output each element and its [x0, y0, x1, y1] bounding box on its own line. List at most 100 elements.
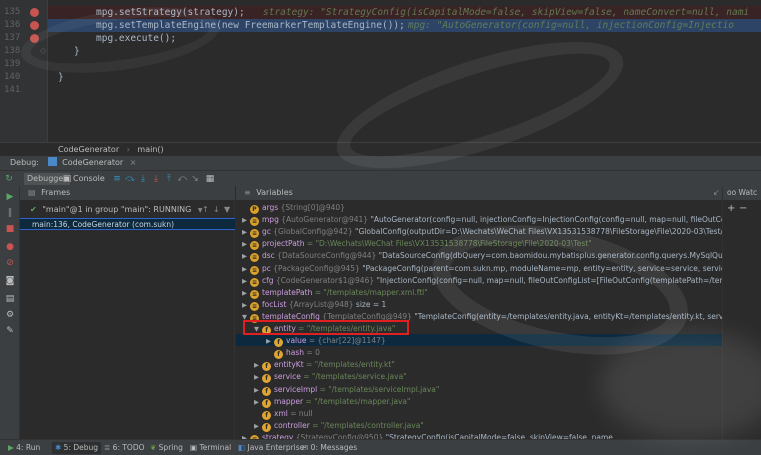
code-editor[interactable]: 135 136 137 138 ◇ 139 140 141 mpg.setStrategy(s…	[0, 0, 761, 142]
code-line[interactable]	[48, 58, 761, 71]
todo-icon: ≣	[104, 443, 113, 452]
variable-row[interactable]: ▶ ≡ focList {ArrayList@948} size = 1	[242, 299, 386, 311]
filter-icon[interactable]: ▼	[224, 203, 230, 217]
arrow-down-icon[interactable]: ↓	[213, 203, 220, 217]
force-step-into-icon[interactable]: ⤓	[151, 174, 161, 184]
thread-label: "main"@1 in group "main": RUNNING	[42, 205, 192, 214]
variable-row[interactable]: ▶ ≡ cfg {CodeGenerator$1@946} "InjectionCo…	[242, 275, 722, 287]
variable-row[interactable]: f hash = 0	[266, 347, 320, 360]
arrow-up-icon[interactable]: ↑	[202, 203, 209, 217]
step-out-icon[interactable]: ⤒	[164, 174, 174, 184]
evaluate-expression-icon[interactable]: ▦	[205, 174, 215, 184]
variable-row[interactable]: ▶ ≡ projectPath = "D:\Wechats\WeChat Files…	[242, 238, 592, 251]
variable-icon: ≡	[250, 289, 259, 299]
run-tab[interactable]: ▶ 4: Run	[8, 442, 40, 454]
debug-tab[interactable]: ✱ 5: Debug	[52, 442, 102, 454]
camera-icon[interactable]: ◙	[5, 276, 15, 286]
variable-type: = "/templates/service.java"	[303, 372, 407, 382]
terminal-tab[interactable]: ▣ Terminal	[190, 442, 231, 454]
variable-row[interactable]: ▶≡strategy {StrategyConfig@950} "Strateg…	[242, 432, 620, 439]
variable-name: serviceImpl	[274, 384, 318, 394]
expand-arrow-icon[interactable]: ▶	[242, 299, 250, 311]
layout-icon[interactable]: ▤	[5, 294, 15, 304]
messages-tab[interactable]: ✉ 0: Messages	[302, 442, 357, 454]
variable-row[interactable]: ▶ ≡ dsc {DataSourceConfig@944} "DataSource…	[242, 250, 722, 263]
pin-icon[interactable]: ✎	[5, 326, 15, 336]
tab-console[interactable]: Console	[73, 173, 105, 185]
remove-watch-icon[interactable]: −	[739, 203, 747, 214]
variable-row[interactable]: ▶ ≡ pc {PackageConfig@945} "PackageConfig(…	[242, 263, 722, 275]
variable-name: dsc	[262, 251, 275, 261]
variable-row[interactable]: ▶ f value = {char[22]@1147}	[266, 335, 386, 348]
stop-icon[interactable]: ■	[5, 224, 15, 234]
expand-arrow-icon[interactable]: ▶	[242, 250, 250, 262]
show-execution-point-icon[interactable]: ≡	[112, 174, 122, 184]
run-tab-label: 4: Run	[16, 443, 41, 452]
code-text: }	[58, 72, 64, 83]
close-icon[interactable]: ×	[130, 158, 137, 167]
expand-arrow-icon[interactable]: ▶	[242, 432, 250, 439]
ide-window: 135 136 137 138 ◇ 139 140 141 mpg.setStrategy(s…	[0, 0, 761, 455]
fold-marker-icon[interactable]: ◇	[40, 46, 46, 55]
java-enterprise-tab[interactable]: ◧ Java Enterprise	[238, 442, 304, 454]
code-line[interactable]: mpg.setStrategy(strategy); strategy: "Str…	[48, 6, 761, 19]
variable-row[interactable]: ▶ f controller = "/templates/controller.ja…	[254, 420, 424, 432]
breakpoint-icon[interactable]	[30, 8, 39, 17]
settings-icon[interactable]: ⚙	[5, 310, 15, 320]
expand-arrow-icon[interactable]: ▶	[254, 396, 262, 408]
breakpoint-icon[interactable]	[30, 34, 39, 43]
stack-frame-row[interactable]: main:136, CodeGenerator (com.sukn)	[20, 218, 235, 230]
variable-row[interactable]: ▶ f service = "/templates/service.java"	[254, 371, 407, 384]
variable-type: {GlobalConfig@942}	[273, 227, 353, 237]
variable-icon: ≡	[250, 277, 259, 287]
debug-session-tab[interactable]: CodeGenerator	[62, 158, 123, 167]
variable-type: = "/templates/mapper.xml.ftl"	[314, 287, 428, 297]
breadcrumb-method[interactable]: main()	[137, 145, 163, 154]
todo-tab[interactable]: ≣ 6: TODO	[104, 442, 145, 454]
variable-row[interactable]: ▶ ≡ templatePath = "/templates/mapper.xml.…	[242, 287, 428, 299]
code-line[interactable]: mpg.execute();	[48, 32, 761, 45]
variable-name: mapper	[274, 396, 304, 406]
variable-name: entityKt	[274, 360, 304, 370]
code-line[interactable]: mpg.setTemplateEngine(new FreemarkerTemp…	[48, 19, 761, 32]
variable-value: "AutoGenerator(config=null, injectionCon…	[370, 215, 722, 225]
expand-arrow-icon[interactable]: ▶	[242, 275, 250, 287]
expand-arrow-icon[interactable]: ▶	[242, 214, 250, 226]
step-into-icon[interactable]: ⤓	[138, 174, 148, 184]
variable-row[interactable]: ▶ f serviceImpl = "/templates/serviceImpl.…	[254, 384, 439, 396]
expand-arrow-icon[interactable]: ▶	[254, 384, 262, 396]
view-breakpoints-icon[interactable]: ●	[5, 242, 15, 252]
breadcrumb-class[interactable]: CodeGenerator	[58, 145, 119, 154]
expand-arrow-icon[interactable]: ▶	[254, 420, 262, 432]
step-over-icon[interactable]: ⤼	[125, 174, 135, 184]
breakpoint-icon[interactable]	[30, 21, 39, 30]
code-line[interactable]: }	[48, 45, 761, 58]
rerun-icon[interactable]: ↻	[4, 174, 14, 184]
resume-icon[interactable]: ▶	[5, 192, 15, 202]
variable-row[interactable]: ▶ f entityKt = "/templates/entity.kt"	[254, 359, 395, 372]
spring-tab[interactable]: ❦ Spring	[150, 442, 183, 454]
drop-frame-icon[interactable]: ⤺	[177, 174, 187, 184]
expand-arrow-icon[interactable]: ▶	[254, 371, 262, 383]
variable-row[interactable]: ▶ ≡ gc {GlobalConfig@942} "GlobalConfig(ou…	[242, 226, 722, 239]
expand-arrow-icon[interactable]: ▶	[266, 335, 274, 347]
pause-icon[interactable]: ‖	[5, 208, 15, 218]
expand-arrow-icon[interactable]: ▶	[254, 359, 262, 371]
expand-arrow-icon[interactable]: ▶	[242, 238, 250, 250]
thread-selector[interactable]: ✔ "main"@1 in group "main": RUNNING ▼ ↑ …	[20, 203, 235, 217]
variable-icon: ≡	[250, 265, 259, 275]
variable-row[interactable]: ▶ ≡ mpg {AutoGenerator@941} "AutoGenerator…	[242, 214, 722, 227]
expand-arrow-icon[interactable]: ▶	[242, 263, 250, 275]
variable-type: = 0	[306, 348, 320, 358]
variable-row[interactable]: ▶ f mapper = "/templates/mapper.java"	[254, 396, 410, 408]
variable-row[interactable]: Pargs {String[0]@940}	[242, 202, 345, 214]
expand-arrow-icon[interactable]: ▶	[242, 226, 250, 238]
variable-value: "TemplateConfig(entity=/templates/entity…	[414, 311, 722, 321]
variable-row[interactable]: f xml = null	[254, 408, 313, 420]
code-line[interactable]	[48, 84, 761, 97]
add-watch-icon[interactable]: +	[727, 203, 735, 214]
code-line[interactable]: }	[48, 71, 761, 84]
expand-arrow-icon[interactable]: ▶	[242, 287, 250, 299]
mute-breakpoints-icon[interactable]: ⊘	[5, 258, 15, 268]
run-to-cursor-icon[interactable]: ↘	[190, 174, 200, 184]
